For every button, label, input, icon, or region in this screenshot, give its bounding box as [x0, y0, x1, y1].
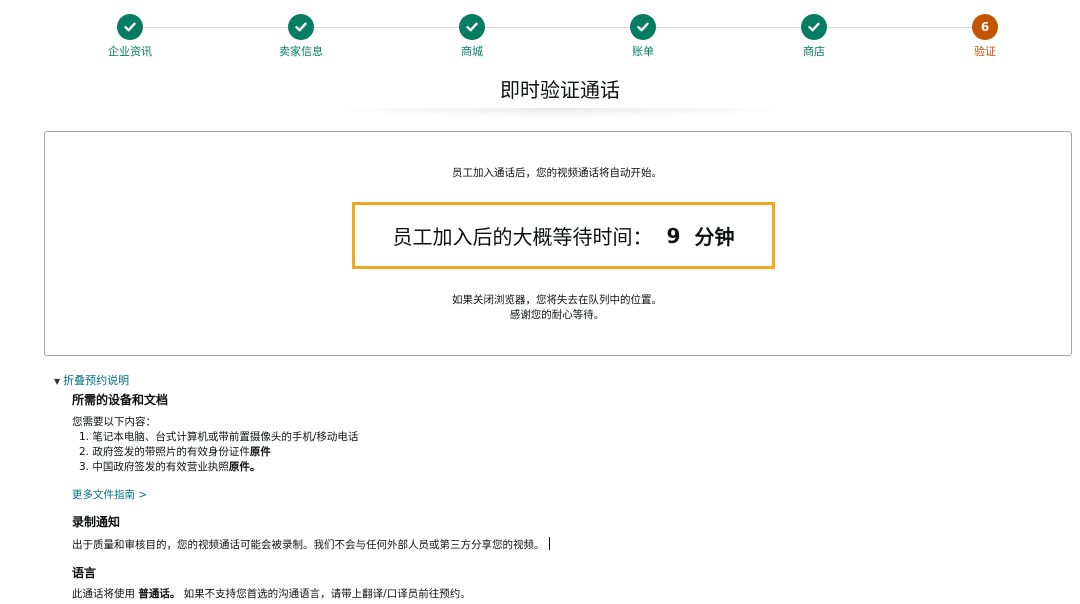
step-4-circle: [630, 14, 656, 40]
recording-heading: 录制通知: [72, 515, 121, 529]
check-icon: [637, 22, 649, 32]
language-text-row: 此通话将使用 普通话。 如果不支持您首选的沟通语言，请带上翻译/口译员前往预约。: [72, 587, 471, 602]
step-3-circle: [459, 14, 485, 40]
step-4: 账单: [603, 14, 683, 59]
language-text-suffix: 如果不支持您首选的沟通语言，请带上翻译/口译员前往预约。: [180, 588, 471, 600]
list-item-text: 2. 政府签发的带照片的有效身份证件: [79, 446, 250, 458]
language-heading: 语言: [72, 566, 97, 580]
check-icon: [808, 22, 820, 32]
check-icon: [124, 22, 136, 32]
step-5: 商店: [774, 14, 854, 59]
step-2: 卖家信息: [261, 14, 341, 59]
caret-down-icon: ▼: [54, 377, 61, 386]
list-item-text: 1. 笔记本电脑、台式计算机或带前置摄像头的手机/移动电话: [79, 431, 359, 443]
wait-time-highlight: 员工加入后的大概等待时间： 9 分钟: [352, 202, 775, 269]
page-title: 即时验证通话: [500, 78, 620, 102]
list-item-bold: 原件。: [228, 461, 261, 473]
equipment-heading: 所需的设备和文档: [72, 393, 169, 407]
step-3-label: 商城: [461, 45, 483, 58]
queue-note: 如果关闭浏览器，您将失去在队列中的位置。 感谢您的耐心等待。: [45, 293, 1069, 323]
step-5-circle: [801, 14, 827, 40]
recording-text-row: 出于质量和审核目的，您的视频通话可能会被录制。我们不会与任何外部人员或第三方分享…: [72, 537, 550, 553]
recording-text: 出于质量和审核目的，您的视频通话可能会被录制。我们不会与任何外部人员或第三方分享…: [72, 539, 545, 551]
step-3: 商城: [432, 14, 512, 59]
list-item: 1. 笔记本电脑、台式计算机或带前置摄像头的手机/移动电话: [79, 430, 358, 445]
wait-status-box: 员工加入通话后，您的视频通话将自动开始。 员工加入后的大概等待时间： 9 分钟 …: [44, 131, 1072, 356]
step-4-label: 账单: [632, 45, 654, 58]
step-2-circle: [288, 14, 314, 40]
list-item: 3. 中国政府签发的有效营业执照原件。: [79, 460, 358, 475]
step-1: 企业资讯: [90, 14, 170, 59]
step-1-label: 企业资讯: [108, 45, 152, 58]
collapse-instructions-toggle[interactable]: ▼ 折叠预约说明: [54, 372, 129, 388]
wait-time-unit: 分钟: [694, 225, 735, 249]
step-1-circle: [117, 14, 143, 40]
language-text-prefix: 此通话将使用: [72, 588, 139, 600]
step-2-label: 卖家信息: [279, 45, 323, 58]
text-cursor: [548, 537, 550, 550]
more-document-guide-link[interactable]: 更多文件指南 >: [72, 487, 358, 502]
language-section: 语言 此通话将使用 普通话。 如果不支持您首选的沟通语言，请带上翻译/口译员前往…: [72, 564, 471, 602]
auto-start-text: 员工加入通话后，您的视频通话将自动开始。: [452, 167, 662, 179]
queue-note-line-2: 感谢您的耐心等待。: [509, 309, 605, 321]
step-6-circle: 6: [972, 14, 998, 40]
equipment-intro: 您需要以下内容：: [72, 416, 156, 428]
title-divider-shadow: [315, 108, 805, 118]
equipment-list: 1. 笔记本电脑、台式计算机或带前置摄像头的手机/移动电话 2. 政府签发的带照…: [72, 430, 358, 475]
step-5-label: 商店: [803, 45, 825, 58]
equipment-section: 所需的设备和文档 您需要以下内容： 1. 笔记本电脑、台式计算机或带前置摄像头的…: [72, 391, 358, 502]
list-item-bold: 原件: [249, 446, 271, 458]
wait-time-value: 9: [666, 223, 681, 248]
progress-stepper: 企业资讯 卖家信息 商城 账单 商店 6 验证: [0, 14, 1080, 64]
verification-page: 企业资讯 卖家信息 商城 账单 商店 6 验证 即时验证通话 员工加入通话后，您…: [0, 0, 1080, 604]
queue-note-line-1: 如果关闭浏览器，您将失去在队列中的位置。: [452, 294, 662, 306]
list-item-text: 3. 中国政府签发的有效营业执照: [79, 461, 229, 473]
recording-section: 录制通知 出于质量和审核目的，您的视频通话可能会被录制。我们不会与任何外部人员或…: [72, 513, 550, 553]
step-6: 6 验证: [945, 14, 1025, 59]
stepper-line: [130, 27, 986, 28]
language-text-bold: 普通话。: [138, 588, 181, 600]
wait-time-label: 员工加入后的大概等待时间：: [392, 225, 653, 249]
check-icon: [295, 22, 307, 32]
list-item: 2. 政府签发的带照片的有效身份证件原件: [79, 445, 358, 460]
check-icon: [466, 22, 478, 32]
step-6-label: 验证: [974, 45, 996, 58]
collapse-toggle-label: 折叠预约说明: [63, 374, 130, 387]
